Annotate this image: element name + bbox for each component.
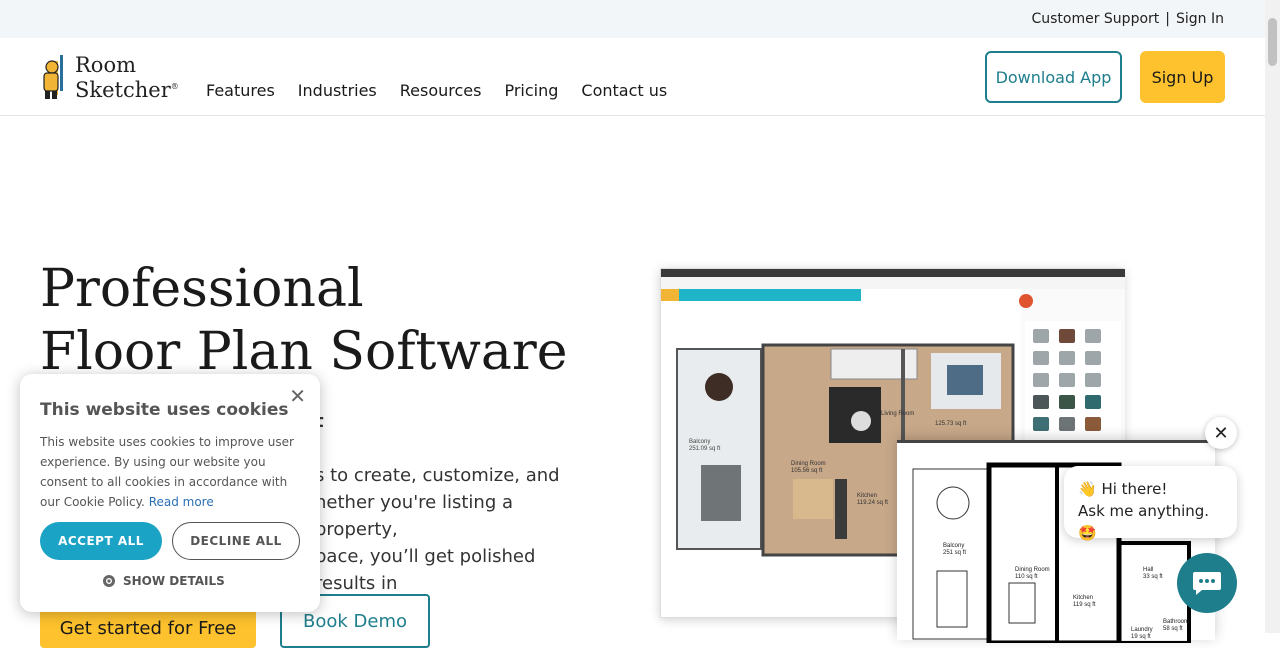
download-app-button[interactable]: Download App <box>985 51 1122 103</box>
chat-greeting-line-1: 👋 Hi there! <box>1078 480 1168 498</box>
cookie-consent-dialog: ✕ This website uses cookies This website… <box>20 374 320 612</box>
gear-icon <box>103 575 115 587</box>
cookie-title: This website uses cookies <box>40 400 289 420</box>
show-details-label: SHOW DETAILS <box>123 574 225 588</box>
fp-label-dining: Dining Room <box>791 461 826 467</box>
chat-greeting-line-2: Ask me anything.🤩 <box>1078 502 1210 542</box>
fp2-label-laundry-area: 19 sq ft <box>1131 634 1151 640</box>
sign-up-button[interactable]: Sign Up <box>1140 51 1225 103</box>
fp-label-balcony-area: 251.09 sq ft <box>689 446 721 452</box>
fp2-label-bathroom-area: 58 sq ft <box>1163 626 1183 632</box>
nav-features[interactable]: Features <box>206 81 275 100</box>
fp-label-kitchen: Kitchen <box>857 493 877 499</box>
decline-all-button[interactable]: DECLINE ALL <box>172 522 300 560</box>
get-started-button[interactable]: Get started for Free <box>40 608 256 648</box>
fp2-label-kitchen: Kitchen <box>1073 595 1093 601</box>
fp2-label-kitchen-area: 119 sq ft <box>1073 602 1096 608</box>
fp2-label-bathroom: Bathroom <box>1163 619 1189 625</box>
registered-mark: ® <box>170 81 179 91</box>
fp2-label-dining-area: 110 sq ft <box>1015 574 1038 580</box>
logo-mascot-icon <box>43 55 63 99</box>
nav-contact-us[interactable]: Contact us <box>581 81 667 100</box>
fp-label-dining-area: 105.56 sq ft <box>791 468 823 474</box>
separator: | <box>1165 11 1170 27</box>
fp2-label-hall-area: 33 sq ft <box>1143 574 1163 580</box>
chat-launcher-button[interactable] <box>1177 553 1237 613</box>
accept-all-button[interactable]: ACCEPT ALL <box>40 522 162 560</box>
nav-resources[interactable]: Resources <box>400 81 482 100</box>
logo[interactable]: Room Sketcher® <box>40 53 179 101</box>
cookie-body: This website uses cookies to improve use… <box>40 432 302 512</box>
fp-label-kitchen-area: 119.24 sq ft <box>857 500 888 506</box>
show-details-toggle[interactable]: SHOW DETAILS <box>102 574 225 588</box>
main-nav: Features Industries Resources Pricing Co… <box>206 81 690 100</box>
main-header: Room Sketcher® Features Industries Resou… <box>0 38 1265 116</box>
logo-line-2: Sketcher <box>75 77 171 102</box>
fp-label-living-area: 125.73 sq ft <box>935 421 967 427</box>
hero-title: Professional Floor Plan Software <box>40 258 568 384</box>
fp2-label-dining: Dining Room <box>1015 567 1050 573</box>
chat-close-button[interactable]: ✕ <box>1205 417 1237 449</box>
fp2-label-balcony-area: 251 sq ft <box>943 550 966 556</box>
chat-bubble-icon <box>1193 572 1221 595</box>
nav-industries[interactable]: Industries <box>298 81 377 100</box>
sign-in-link[interactable]: Sign In <box>1176 11 1224 27</box>
customer-support-link[interactable]: Customer Support <box>1031 11 1159 27</box>
logo-line-1: Room <box>75 52 137 77</box>
hero-title-line-1: Professional <box>40 259 364 319</box>
cookie-read-more-link[interactable]: Read more <box>149 495 214 509</box>
scrollbar-thumb[interactable] <box>1268 18 1277 66</box>
fp2-label-balcony: Balcony <box>943 543 964 549</box>
chat-greeting-bubble[interactable]: 👋 Hi there! Ask me anything.🤩 <box>1064 466 1237 542</box>
fp-label-balcony: Balcony <box>689 439 710 445</box>
fp2-label-laundry: Laundry <box>1131 627 1153 633</box>
logo-wordmark: Room Sketcher® <box>75 54 179 101</box>
fp-label-living: Living Room <box>881 411 914 417</box>
fp2-label-hall: Hall <box>1143 567 1153 573</box>
cookie-close-icon[interactable]: ✕ <box>289 384 306 408</box>
top-utility-bar: Customer Support | Sign In <box>0 0 1265 38</box>
page-scrollbar[interactable] <box>1265 0 1280 633</box>
nav-pricing[interactable]: Pricing <box>504 81 558 100</box>
